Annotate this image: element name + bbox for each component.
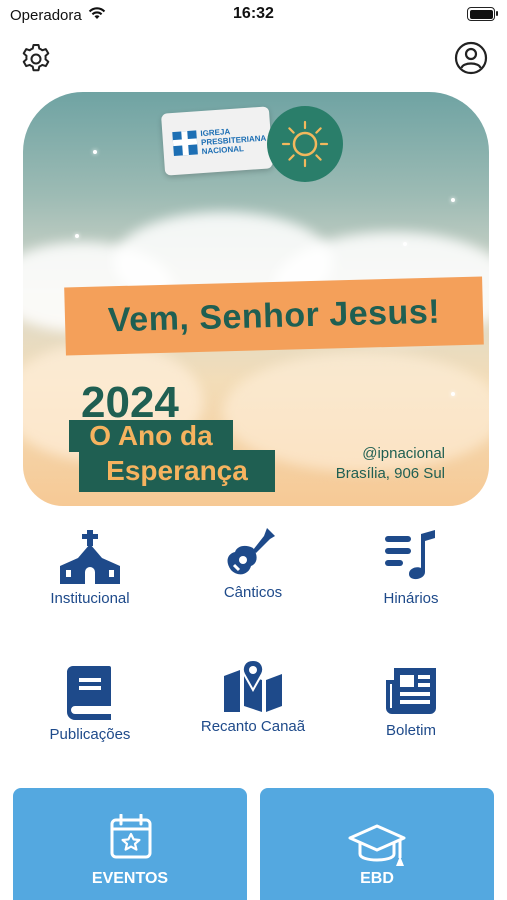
ebd-label: EBD [360, 870, 394, 887]
menu-label: Boletim [385, 722, 437, 739]
social-handle: @ipnacional [362, 445, 445, 462]
theme-tag-2: Esperança [79, 450, 275, 492]
eventos-label: EVENTOS [91, 870, 169, 887]
star [403, 242, 407, 246]
status-bar: Operadora 16:32 [0, 0, 507, 28]
guitar-icon [227, 528, 275, 575]
menu-label: Hinários [383, 590, 439, 607]
user-circle-icon [454, 41, 488, 75]
profile-button[interactable] [453, 40, 489, 76]
church-icon [60, 530, 120, 584]
menu-label: Publicações [49, 726, 131, 743]
menu-hinarios[interactable]: Hinários [331, 530, 491, 607]
sun-icon [281, 120, 329, 168]
slogan-text: Vem, Senhor Jesus! [107, 292, 441, 339]
address: Brasília, 906 Sul [335, 465, 445, 482]
star [451, 392, 455, 396]
settings-button[interactable] [18, 40, 54, 76]
graduation-cap-icon [348, 824, 406, 866]
star [75, 234, 79, 238]
menu-label: Cânticos [223, 584, 283, 601]
logo-text: IGREJA PRESBITERIANA NACIONAL [200, 126, 267, 156]
star [451, 198, 455, 202]
sun-badge [267, 106, 343, 182]
menu-institucional[interactable]: Institucional [10, 530, 170, 607]
contact-info: @ipnacional Brasília, 906 Sul [336, 444, 445, 484]
book-icon [67, 666, 111, 720]
music-list-icon [385, 530, 435, 580]
church-logo: IGREJA PRESBITERIANA NACIONAL [160, 106, 274, 176]
menu-label: Institucional [50, 590, 130, 607]
newspaper-icon [386, 668, 436, 714]
theme-line-1: O Ano da [89, 420, 213, 451]
menu-publicacoes[interactable]: Publicações [10, 666, 170, 743]
menu-canticos[interactable]: Cânticos [173, 526, 333, 601]
slogan-banner: Vem, Senhor Jesus! [64, 276, 484, 356]
eventos-card[interactable]: EVENTOS [13, 788, 247, 900]
menu-recanto-canaa[interactable]: Recanto Canaã [173, 660, 333, 735]
battery-icon [467, 7, 498, 21]
home-screen: Operadora 16:32 IGREJA PRESBITERIANA NAC… [0, 0, 507, 900]
ebd-card[interactable]: EBD [260, 788, 494, 900]
menu-boletim[interactable]: Boletim [331, 666, 491, 739]
calendar-star-icon [110, 814, 152, 859]
cross-mark-icon [172, 130, 198, 157]
theme-line-2: Esperança [106, 455, 248, 486]
gear-icon [22, 44, 50, 72]
star [93, 150, 97, 154]
theme-tag-1: O Ano da [69, 420, 233, 452]
map-pin-icon [224, 660, 282, 712]
hero-banner[interactable]: IGREJA PRESBITERIANA NACIONAL Vem, Senho… [23, 92, 489, 506]
status-time: 16:32 [233, 5, 274, 22]
menu-label: Recanto Canaã [200, 718, 306, 735]
